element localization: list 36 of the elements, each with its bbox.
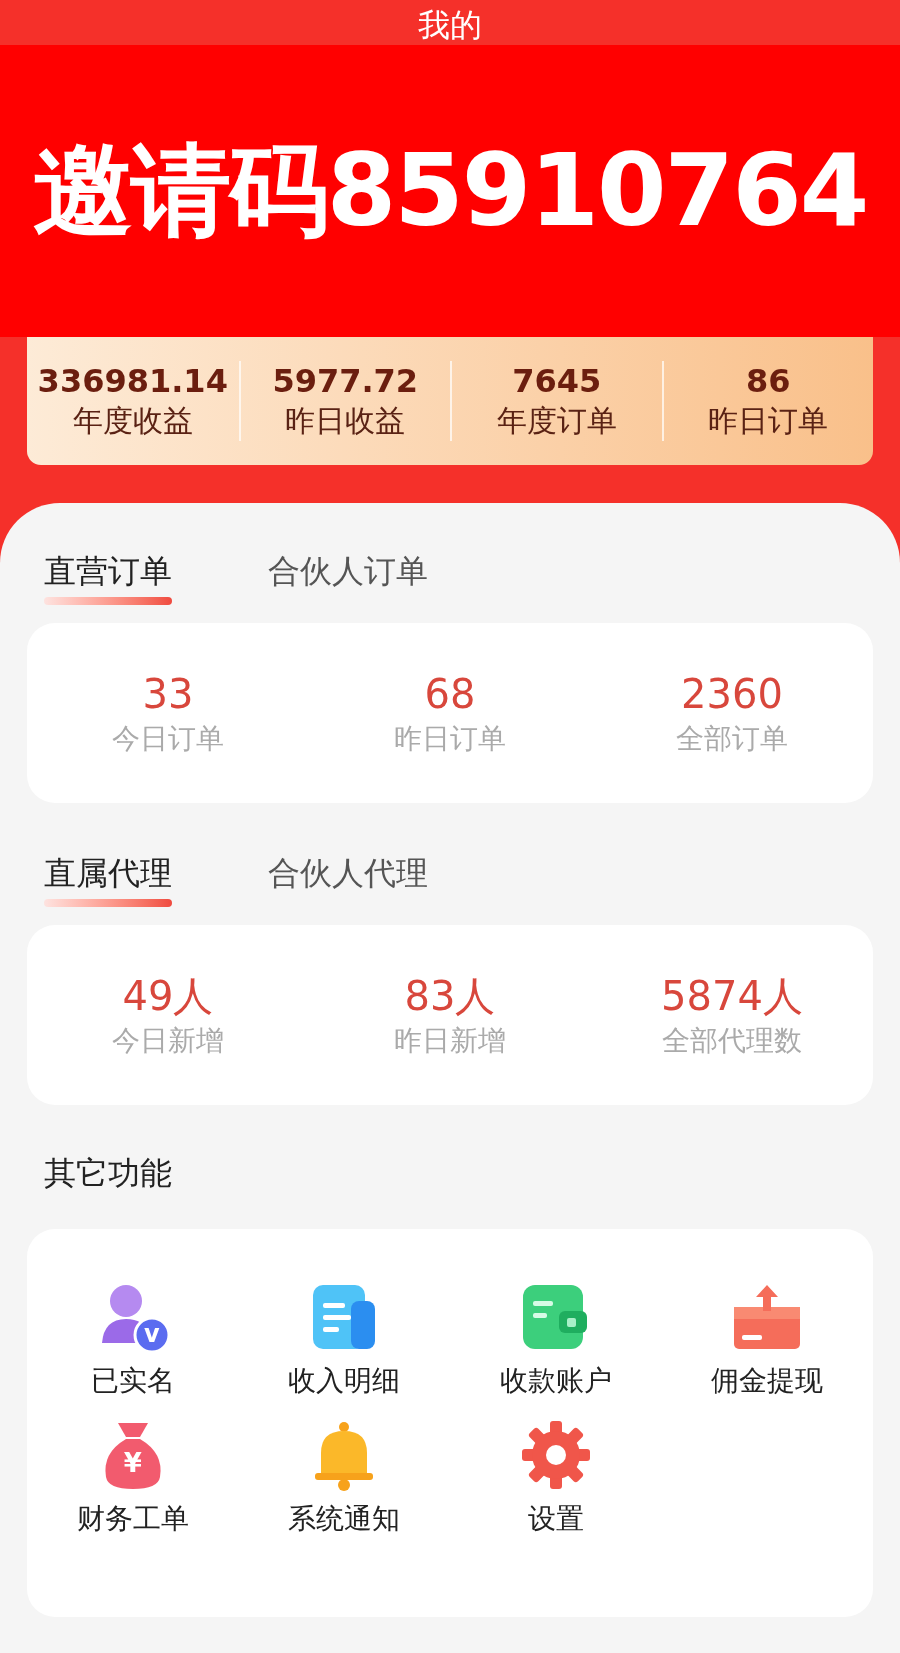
summary-label: 年度订单 [496,402,617,440]
function-item[interactable]: 收款账户 [450,1281,662,1399]
page-title: 我的 [418,5,482,45]
stat-label: 今日订单 [112,721,224,757]
tab[interactable]: 合伙人订单 [268,551,428,607]
stat-value: 49人 [122,972,214,1021]
summary-label: 年度收益 [72,402,193,440]
stat-label: 今日新增 [112,1023,224,1059]
section-title: 其它功能 [43,1153,173,1193]
tab[interactable]: 直营订单 [44,551,172,607]
stat-label: 全部订单 [676,721,788,757]
function-item[interactable]: v 已实名 [27,1281,239,1399]
badge-letter: v [142,1319,161,1349]
stat-value: 33 [142,670,194,719]
function-item[interactable]: 设置 [450,1419,662,1537]
summary-value: 5977.72 [272,361,419,401]
stat-value: 68 [424,670,476,719]
yen-sign: ¥ [122,1447,143,1479]
function-item[interactable]: 收入明细 [238,1281,450,1399]
summary-value: 7645 [512,361,602,401]
summary-label: 昨日收益 [285,402,406,440]
function-item[interactable]: 系统通知 [238,1419,450,1537]
stat-label: 全部代理数 [662,1023,802,1059]
stat-value: 83人 [404,972,496,1021]
function-item[interactable]: 佣金提现 [661,1281,873,1399]
tab[interactable]: 合伙人代理 [268,853,428,909]
stat-value: 2360 [681,670,783,719]
stat-label: 昨日新增 [394,1023,506,1059]
invite-code-banner: 邀请码85910764 [0,45,900,337]
stat-label: 昨日订单 [394,721,506,757]
summary-label: 昨日订单 [708,402,829,440]
summary-value: 86 [746,361,791,401]
summary-value: 336981.14 [37,361,228,401]
function-item[interactable]: ¥ 财务工单 [27,1419,239,1537]
tab[interactable]: 直属代理 [44,853,172,909]
stat-value: 5874人 [661,972,803,1021]
